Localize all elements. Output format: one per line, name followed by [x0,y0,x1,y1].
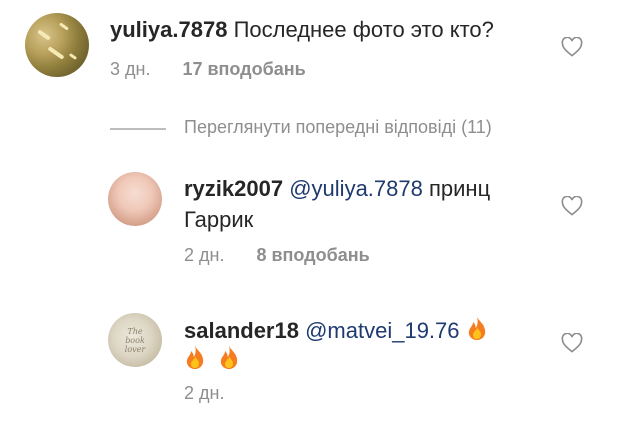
username[interactable]: salander18 [184,318,299,343]
timestamp: 2 дн. [184,383,225,403]
fire-emoji [220,345,238,369]
mention-link[interactable]: @yuliya.7878 [289,176,423,201]
view-previous-replies[interactable]: Переглянути попередні відповіді (11) [184,116,492,138]
divider [110,128,166,130]
heart-outline-icon[interactable] [561,196,583,216]
username[interactable]: yuliya.7878 [110,17,227,42]
comment-text: ryzik2007 @yuliya.7878 принц [184,176,490,202]
avatar[interactable] [25,13,89,77]
comment-meta: 2 дн. [184,382,224,404]
comment-text: yuliya.7878 Последнее фото это кто? [110,17,494,43]
fire-emoji [468,316,485,340]
avatar-lettering: The book lover [124,327,146,354]
comment-body: Гаррик [184,207,254,232]
comment-body: Последнее фото это кто? [233,17,494,42]
comment-meta: 3 дн. 17 вподобань [110,58,306,80]
comment-body: принц [428,176,491,201]
mention-link[interactable]: @matvei_19.76 [305,318,459,343]
heart-outline-icon[interactable] [561,333,583,353]
likes-count[interactable]: 8 вподобань [256,245,369,265]
avatar[interactable] [108,172,162,226]
username[interactable]: ryzik2007 [184,176,283,201]
comment-meta: 2 дн. 8 вподобань [184,244,370,266]
timestamp: 3 дн. [110,59,151,79]
likes-count[interactable]: 17 вподобань [182,59,305,79]
avatar[interactable]: The book lover [108,313,162,367]
timestamp: 2 дн. [184,245,225,265]
comment-text: salander18 @matvei_19.76 [184,315,488,344]
comment-text-continued: Гаррик [184,207,253,233]
fire-emoji [186,345,204,369]
heart-outline-icon[interactable] [561,37,583,57]
comment-text-continued [184,344,240,373]
